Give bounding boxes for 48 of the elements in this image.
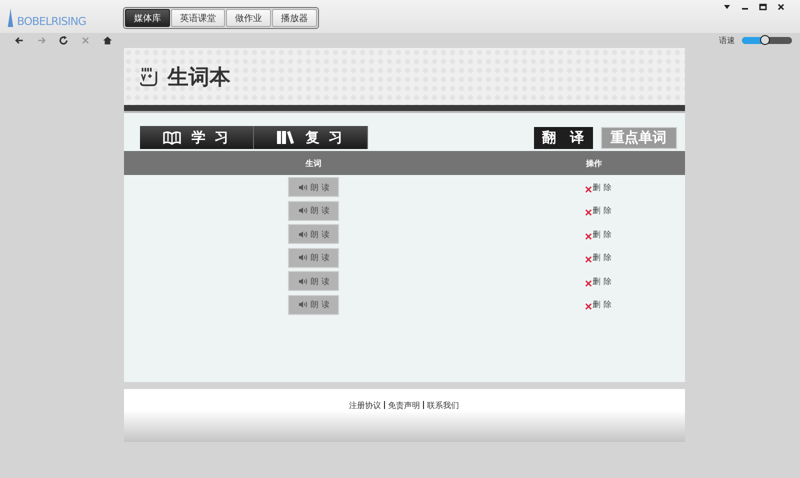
book-icon [162,130,182,145]
delete-button[interactable]: 删 除 [584,228,612,240]
speed-slider[interactable] [742,37,792,44]
slider-thumb[interactable] [760,35,770,45]
nav-tab[interactable]: 做作业 [226,9,271,27]
delete-button[interactable]: 删 除 [584,252,612,264]
mode-button[interactable]: 学 习 [140,126,254,149]
cross-icon [584,186,592,193]
vocabulary-icon [138,66,160,88]
speaker-icon [298,230,309,239]
cross-icon [584,232,592,240]
refresh-icon[interactable] [58,35,69,46]
column-header: 生词 [306,158,322,168]
mode-button[interactable]: 复 习 [254,126,368,149]
read-aloud-button[interactable]: 朗 读 [288,271,339,292]
read-aloud-button[interactable]: 朗 读 [288,294,339,315]
cross-icon [584,209,592,216]
tool-button[interactable]: 翻 译 [534,127,592,149]
tower-icon [6,8,15,28]
cross-icon [584,303,592,310]
speaker-icon [298,253,309,262]
delete-button[interactable]: 删 除 [584,276,612,287]
nav-tab[interactable]: 媒体库 [125,9,170,27]
speaker-icon [298,276,309,286]
footer-link[interactable]: 联系我们 [427,400,459,411]
nav-tab[interactable]: 播放器 [272,9,317,27]
footer-link[interactable]: 免责声明 [388,400,420,411]
nav-tab[interactable]: 英语课堂 [171,9,225,27]
delete-button[interactable]: 删 除 [584,205,612,216]
read-aloud-button[interactable]: 朗 读 [288,200,339,221]
cross-icon [584,280,592,287]
delete-button[interactable]: 删 除 [584,299,612,310]
back-icon[interactable] [14,35,25,46]
read-aloud-button[interactable]: 朗 读 [288,224,339,244]
page-title: 生词本 [168,64,230,90]
home-icon[interactable] [102,35,113,46]
read-aloud-button[interactable]: 朗 读 [288,177,339,198]
read-aloud-button[interactable]: 朗 读 [288,248,339,268]
speaker-icon [298,206,309,216]
books-icon [276,130,296,145]
delete-button[interactable]: 删 除 [584,182,612,193]
footer-link[interactable]: 注册协议 [349,400,381,411]
speaker-icon [298,300,309,310]
speed-label: 语速 [719,35,735,46]
app-logo: BOBELRISING [17,15,86,28]
speaker-icon [298,182,309,192]
column-header: 操作 [586,158,602,168]
cross-icon [584,256,592,264]
